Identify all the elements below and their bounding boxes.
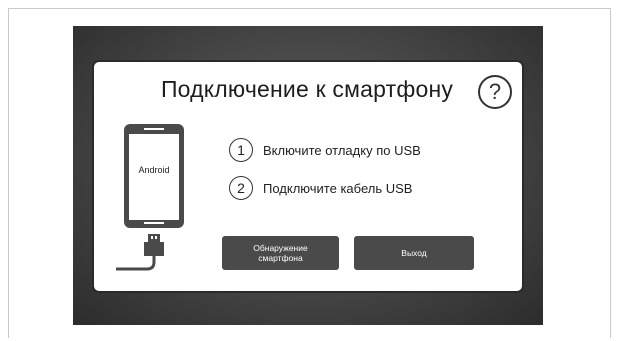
detect-smartphone-button[interactable]: Обнаружение смартфона — [222, 236, 339, 270]
exit-button-label: Выход — [401, 248, 427, 258]
help-icon: ? — [488, 79, 502, 104]
step-1: 1 Включите отладку по USB — [229, 137, 421, 163]
step-text: Включите отладку по USB — [263, 142, 421, 158]
help-button[interactable]: ? — [478, 75, 512, 109]
detect-button-label-line1: Обнаружение — [253, 243, 308, 253]
smartphone-icon: Android — [116, 124, 184, 271]
step-number: 2 — [229, 176, 253, 200]
detect-button-label-line2: смартфона — [258, 253, 303, 263]
step-number: 1 — [229, 138, 253, 162]
dialog-title: Подключение к смартфону — [160, 76, 454, 102]
phone-screen-label: Android — [138, 165, 169, 175]
connect-smartphone-dialog: Подключение к смартфону ? Android 1 Вклю… — [92, 60, 524, 293]
page: Подключение к смартфону ? Android 1 Вклю… — [0, 0, 617, 341]
step-text: Подключите кабель USB — [263, 180, 413, 196]
step-2: 2 Подключите кабель USB — [229, 175, 412, 201]
exit-button[interactable]: Выход — [354, 236, 474, 270]
